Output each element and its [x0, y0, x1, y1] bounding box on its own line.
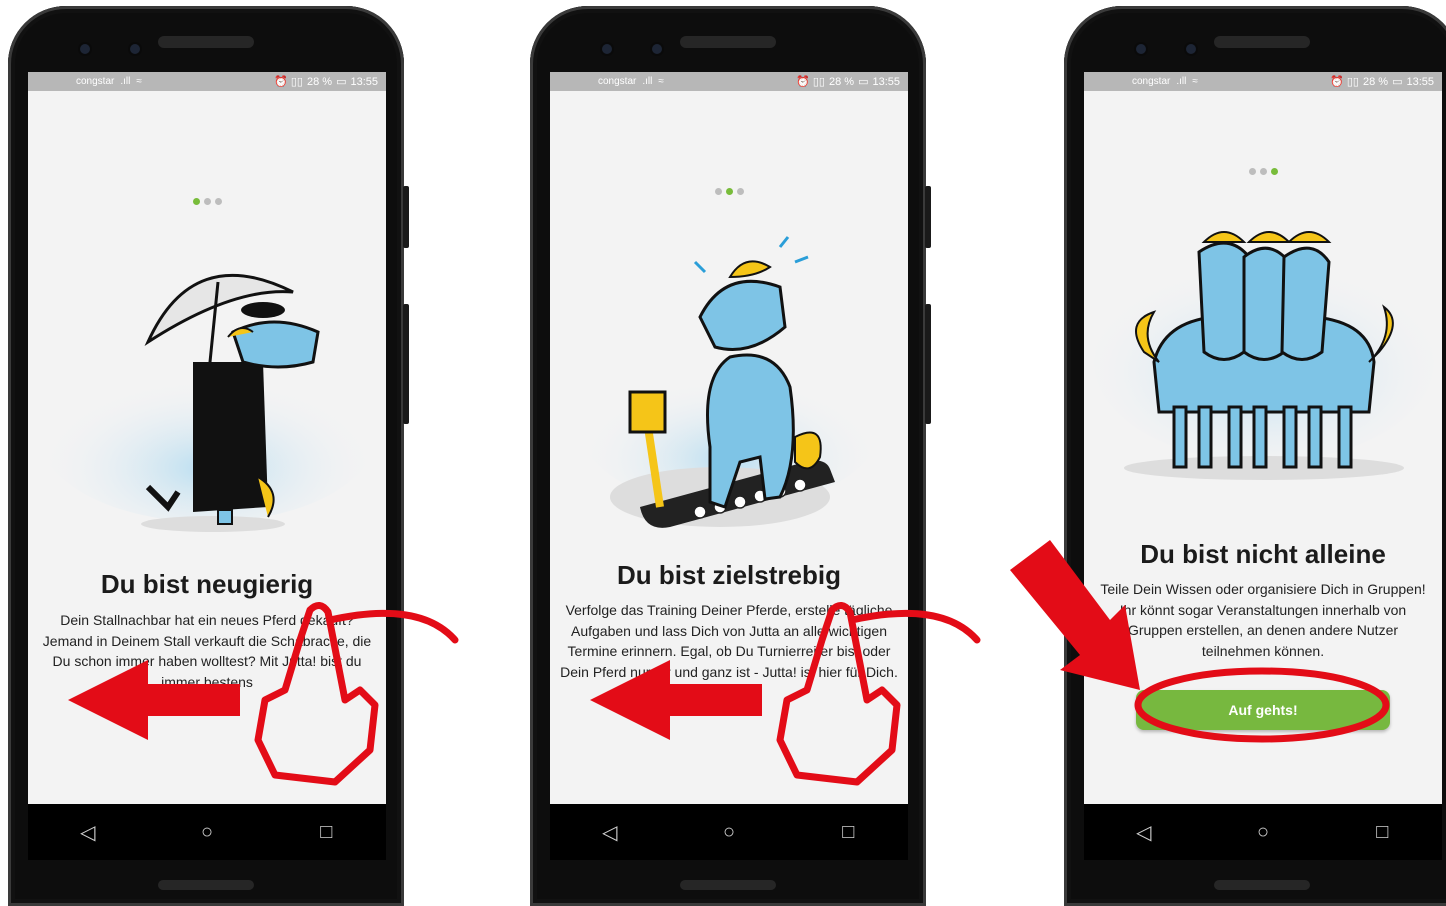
- onboarding-description: Dein Stallnachbar hat ein neues Pferd ge…: [42, 612, 372, 690]
- onboarding-title: Du bist nicht alleine: [1140, 539, 1386, 569]
- clock: 13:55: [350, 75, 378, 88]
- front-camera: [1136, 44, 1146, 54]
- android-nav-bar: ◁ ○ □: [550, 804, 908, 860]
- page-dot-2[interactable]: [725, 188, 733, 195]
- page-indicator: [28, 198, 386, 205]
- phone-2: congstar .ıll ≈ ⏰ ▯▯ 28 % ▭ 13:55 Du bis…: [530, 6, 931, 906]
- page-dot-2[interactable]: [203, 198, 211, 205]
- status-bar: congstar .ıll ≈ ⏰ ▯▯ 28 % ▭ 13:55: [28, 72, 386, 91]
- carrier-label: congstar: [1132, 76, 1171, 87]
- wifi-icon: ≈: [658, 76, 664, 87]
- recent-apps-icon[interactable]: □: [833, 821, 863, 844]
- recent-apps-icon[interactable]: □: [1367, 821, 1397, 844]
- earpiece-speaker: [158, 36, 254, 48]
- three-horses-illustration: [1094, 231, 1434, 480]
- battery-icon: ▭: [1392, 76, 1403, 88]
- page-dot-1[interactable]: [192, 198, 200, 205]
- front-camera-2: [1186, 44, 1196, 54]
- power-button[interactable]: [925, 186, 931, 248]
- page-indicator: [550, 188, 908, 195]
- onboarding-screen-2: congstar .ıll ≈ ⏰ ▯▯ 28 % ▭ 13:55 Du bis…: [550, 72, 908, 810]
- signal-icon: .ıll: [1176, 76, 1187, 87]
- status-bar: congstar .ıll ≈ ⏰ ▯▯ 28 % ▭ 13:55: [550, 72, 908, 91]
- battery-icon: ▭: [858, 76, 869, 88]
- bottom-speaker: [680, 880, 776, 890]
- page-dot-1[interactable]: [714, 188, 722, 195]
- clock: 13:55: [872, 75, 900, 88]
- signal-icon: .ıll: [642, 76, 653, 87]
- power-button[interactable]: [403, 186, 409, 248]
- android-nav-bar: ◁ ○ □: [28, 804, 386, 860]
- status-bar: congstar .ıll ≈ ⏰ ▯▯ 28 % ▭ 13:55: [1084, 72, 1442, 91]
- alarm-vibrate-icons: ⏰ ▯▯: [1330, 76, 1359, 88]
- home-icon[interactable]: ○: [714, 821, 744, 844]
- get-started-button[interactable]: Auf gehts!: [1136, 690, 1390, 730]
- clock: 13:55: [1406, 75, 1434, 88]
- carrier-label: congstar: [76, 76, 115, 87]
- onboarding-description: Teile Dein Wissen oder organisiere Dich …: [1100, 581, 1426, 659]
- earpiece-speaker: [1214, 36, 1310, 48]
- battery-percent: 28 %: [1362, 75, 1389, 88]
- page-dot-2[interactable]: [1259, 168, 1267, 175]
- front-camera: [602, 44, 612, 54]
- horse-treadmill-illustration: [580, 236, 880, 528]
- bottom-speaker: [158, 880, 254, 890]
- onboarding-screen-1: congstar .ıll ≈ ⏰ ▯▯ 28 % ▭ 13:55 Du bis…: [28, 72, 386, 810]
- home-icon[interactable]: ○: [1248, 821, 1278, 844]
- signal-icon: .ıll: [120, 76, 131, 87]
- volume-button[interactable]: [403, 304, 409, 424]
- alarm-vibrate-icons: ⏰ ▯▯: [796, 76, 825, 88]
- earpiece-speaker: [680, 36, 776, 48]
- bottom-speaker: [1214, 880, 1310, 890]
- front-camera-2: [652, 44, 662, 54]
- wifi-icon: ≈: [136, 76, 142, 87]
- front-camera: [80, 44, 90, 54]
- volume-button[interactable]: [925, 304, 931, 424]
- front-camera-2: [130, 44, 140, 54]
- onboarding-description: Verfolge das Training Deiner Pferde, ers…: [560, 602, 898, 680]
- home-icon[interactable]: ○: [192, 821, 222, 844]
- page-dot-3[interactable]: [736, 188, 744, 195]
- recent-apps-icon[interactable]: □: [311, 821, 341, 844]
- back-icon[interactable]: ◁: [595, 820, 625, 845]
- horse-umbrella-illustration: [38, 273, 378, 532]
- page-dot-1[interactable]: [1248, 168, 1256, 175]
- onboarding-screen-3: congstar .ıll ≈ ⏰ ▯▯ 28 % ▭ 13:55 Du bis…: [1084, 72, 1442, 810]
- phone-1: congstar .ıll ≈ ⏰ ▯▯ 28 % ▭ 13:55 Du bis…: [8, 6, 409, 906]
- wifi-icon: ≈: [1192, 76, 1198, 87]
- battery-icon: ▭: [336, 76, 347, 88]
- battery-percent: 28 %: [828, 75, 855, 88]
- alarm-vibrate-icons: ⏰ ▯▯: [274, 76, 303, 88]
- onboarding-title: Du bist neugierig: [100, 569, 314, 599]
- page-indicator: [1084, 168, 1442, 175]
- carrier-label: congstar: [598, 76, 637, 87]
- battery-percent: 28 %: [306, 75, 333, 88]
- phone-3: congstar .ıll ≈ ⏰ ▯▯ 28 % ▭ 13:55 Du bis…: [1064, 6, 1446, 906]
- back-icon[interactable]: ◁: [1129, 820, 1159, 845]
- page-dot-3[interactable]: [214, 198, 222, 205]
- android-nav-bar: ◁ ○ □: [1084, 804, 1442, 860]
- back-icon[interactable]: ◁: [73, 820, 103, 845]
- page-dot-3[interactable]: [1270, 168, 1278, 175]
- onboarding-title: Du bist zielstrebig: [617, 560, 841, 590]
